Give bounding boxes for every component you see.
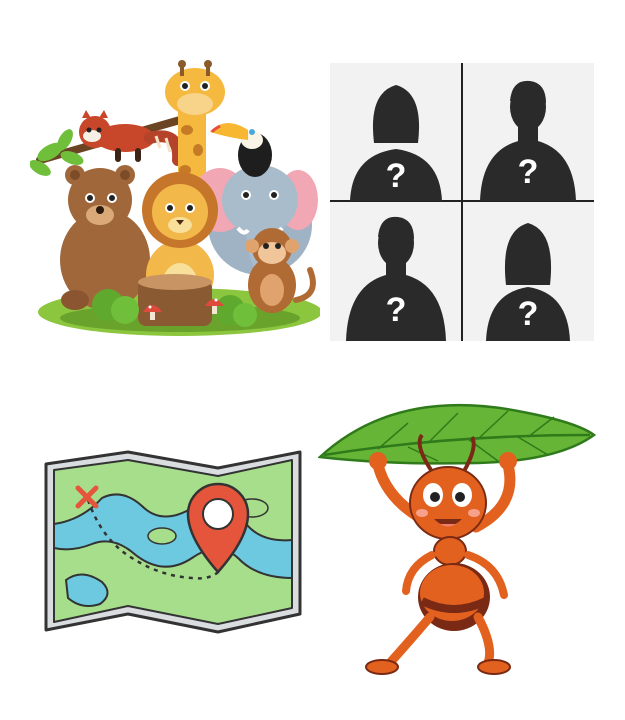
mystery-silhouettes-image: ? ? ? ?	[330, 63, 594, 341]
red-panda	[79, 110, 185, 166]
treasure-map-image	[42, 448, 304, 634]
bear	[60, 165, 150, 310]
svg-text:?: ?	[518, 295, 539, 333]
svg-text:?: ?	[518, 153, 539, 191]
leaf	[318, 404, 596, 465]
ant-head	[409, 466, 487, 540]
tree-stump	[138, 274, 212, 326]
svg-text:?: ?	[386, 291, 407, 329]
cartoon-ant-image	[318, 395, 596, 677]
cartoon-animals-image	[30, 60, 320, 345]
svg-text:?: ?	[386, 157, 407, 195]
ant-thorax	[433, 536, 467, 566]
